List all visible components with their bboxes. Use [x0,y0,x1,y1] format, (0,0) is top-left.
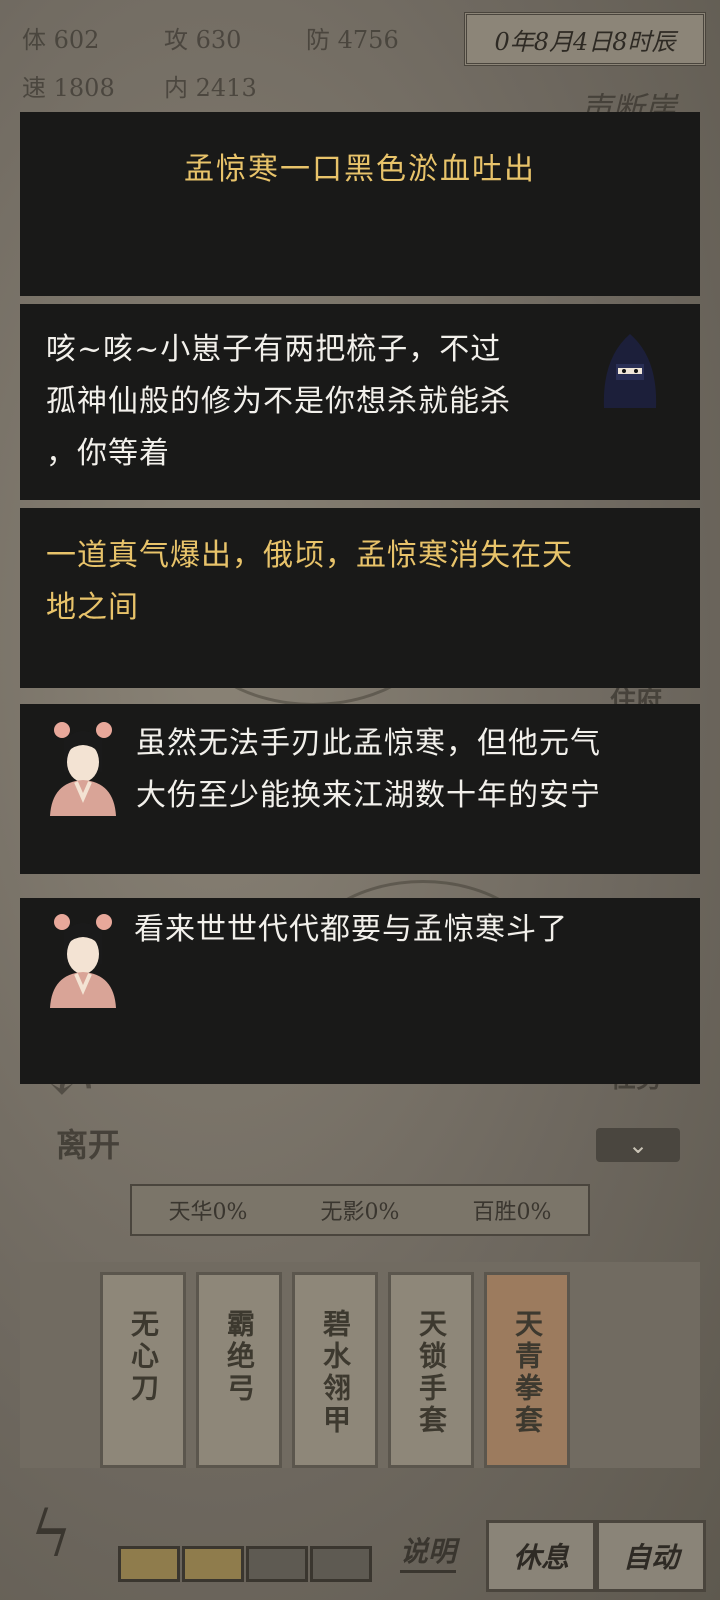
rate-wuying: 无影0% [320,1200,400,1225]
auto-button[interactable]: 自动 [596,1520,706,1592]
stat-speed: 速 1808 [22,74,115,102]
chevron-down-icon[interactable]: ⌄ [596,1128,680,1162]
stat-inner: 内 2413 [164,74,257,102]
lightning-icon: ϟ [30,1498,73,1572]
narration-line[interactable]: 一道真气爆出，俄顷，孟惊寒消失在天 地之间 [20,508,700,688]
stat-attack: 攻 630 [164,26,242,54]
rest-button[interactable]: 休息 [486,1520,596,1592]
energy-slot [182,1546,244,1582]
girl-avatar-icon [50,722,116,816]
girl-avatar-icon [50,914,116,1008]
narration-text: 一道真气爆出，俄顷，孟惊寒消失在天 地之间 [46,538,573,625]
dialog-text: 虽然无法手刃此孟惊寒，但他元气 大伤至少能换来江湖数十年的安宁 [136,726,601,813]
leave-button[interactable]: 离开 [56,1120,120,1166]
stat-defense: 防 4756 [306,26,399,54]
rate-tianhua: 天华0% [168,1200,248,1225]
dialog-text: 咳~咳~小崽子有两把梳子，不过 孤神仙般的修为不是你想杀就能杀 ，你等着 [46,332,511,471]
energy-slot [118,1546,180,1582]
rate-baisheng: 百胜0% [472,1200,552,1225]
skill-card[interactable]: 天锁手套 [388,1272,474,1468]
dialog-title-panel[interactable]: 孟惊寒一口黑色淤血吐出 [20,112,700,296]
rate-bar: 天华0% 无影0% 百胜0% [130,1184,590,1236]
skill-card[interactable]: 霸绝弓 [196,1272,282,1468]
skill-card[interactable]: 天青拳套 [484,1272,570,1468]
dialog-title: 孟惊寒一口黑色淤血吐出 [184,152,536,187]
skill-card[interactable]: 无心刀 [100,1272,186,1468]
skill-card[interactable]: 碧水翎甲 [292,1272,378,1468]
dialog-text: 看来世世代代都要与孟惊寒斗了 [134,912,568,947]
energy-slot [310,1546,372,1582]
energy-slot [246,1546,308,1582]
explain-button[interactable]: 说明 [400,1530,457,1573]
ninja-avatar-icon [603,334,657,408]
stat-hp: 体 602 [22,26,100,54]
game-date: 0年8月4日8时辰 [464,12,706,66]
